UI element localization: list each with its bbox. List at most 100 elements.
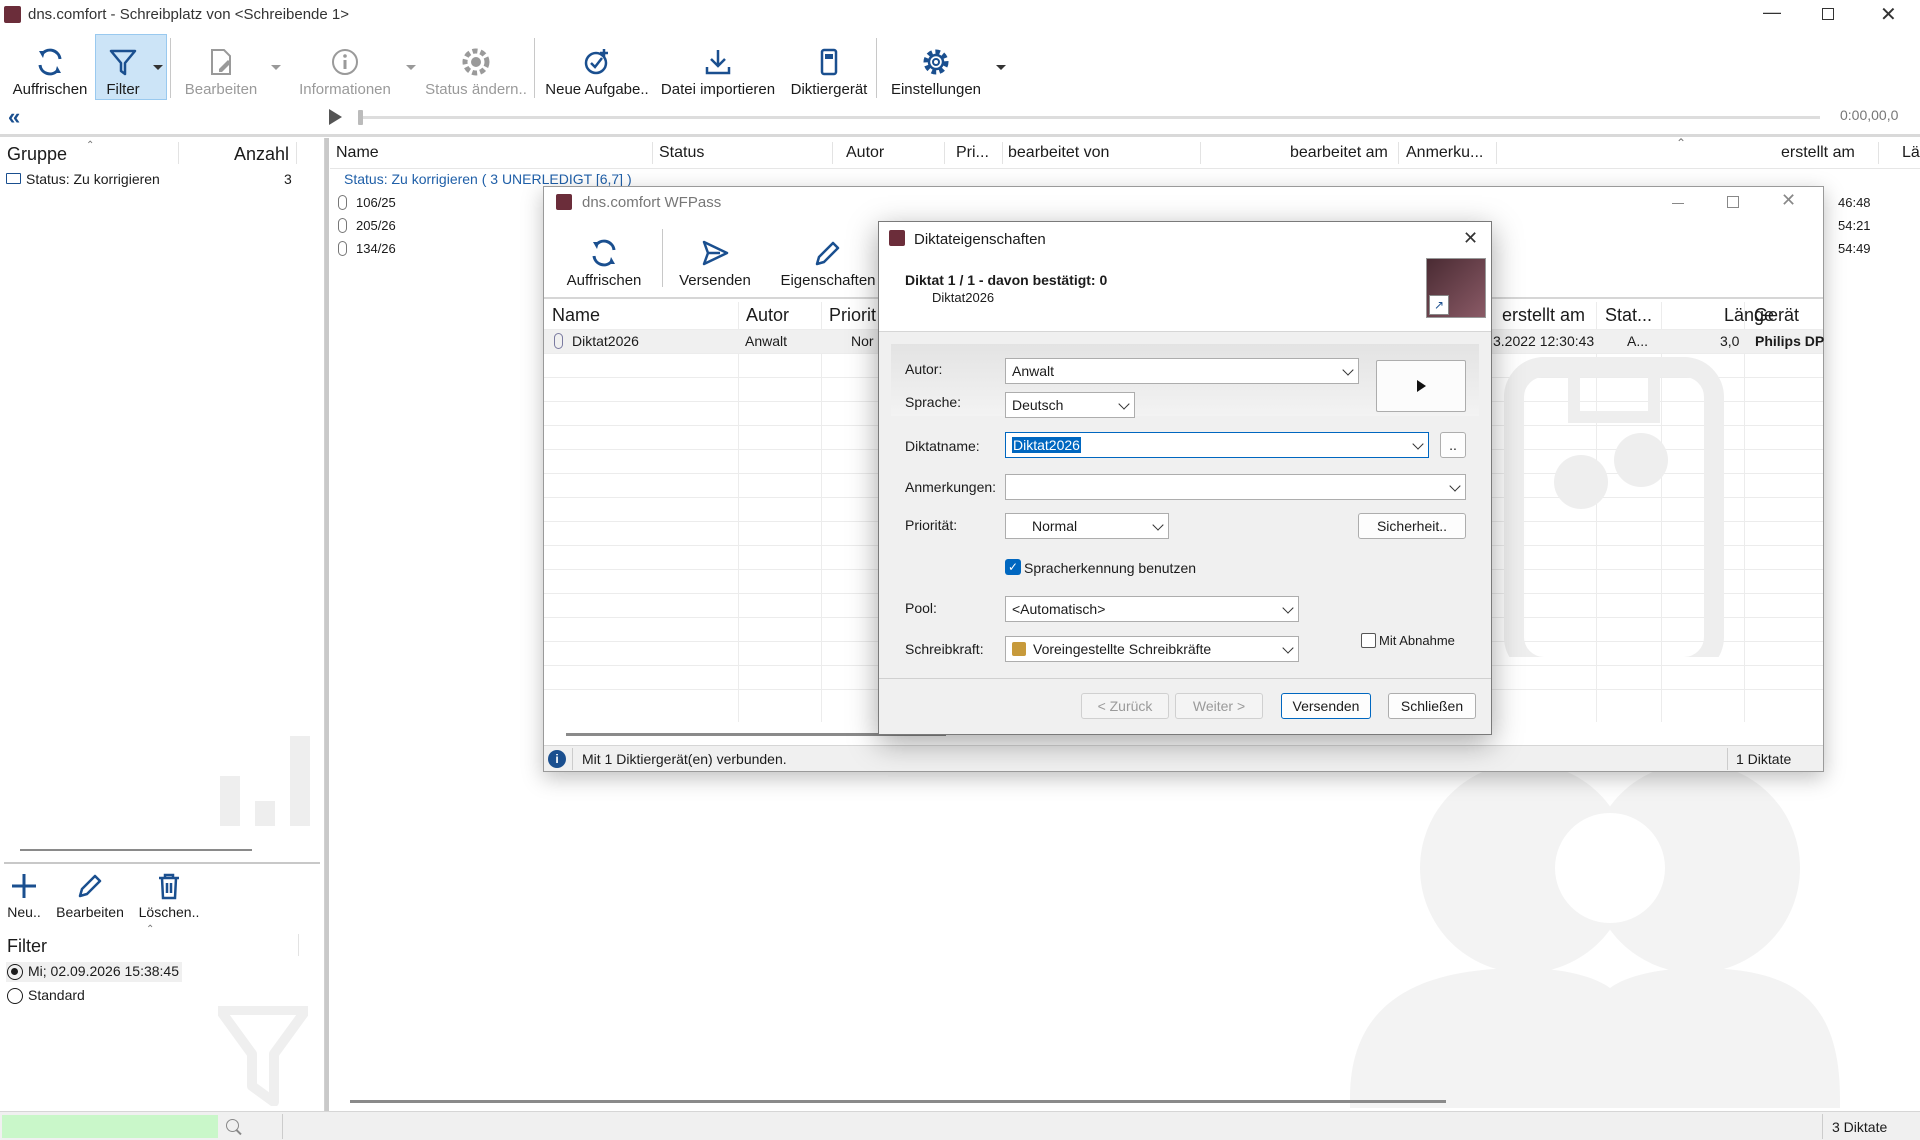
filter-option-2[interactable]: Standard [6,986,182,1006]
new-task-button[interactable]: Neue Aufgabe.. [544,34,650,98]
dialog-header-sub: Diktat2026 [932,290,995,305]
minimize-icon[interactable]: — [1763,2,1781,23]
send-button[interactable]: Versenden [1281,693,1371,719]
wfpass-col-name[interactable]: Name [552,305,600,326]
dialog-header-main: Diktat 1 / 1 - davon bestätigt: 0 [905,272,1108,288]
col-status[interactable]: Status [659,144,704,162]
edit-document-icon [211,49,231,75]
collapse-panel-icon[interactable]: « [8,104,20,130]
wfpass-col-priority[interactable]: Priorit [829,305,876,326]
author-label: Autor: [905,361,943,377]
edit-dropdown-icon[interactable] [271,65,281,70]
col-edited-by[interactable]: bearbeitet von [1008,144,1109,162]
filter-button[interactable]: Filter [98,34,148,98]
wfpass-col-device[interactable]: Gerät [1754,305,1799,326]
browse-button[interactable]: .. [1440,432,1466,458]
speech-recognition-checkbox[interactable]: ✓ [1005,559,1021,575]
wfpass-col-created[interactable]: erstellt am [1502,305,1585,326]
wfpass-close-icon[interactable]: ✕ [1781,190,1796,211]
sort-asc-icon: ⌃ [86,140,95,151]
pencil-icon [78,874,102,898]
settings-dropdown-icon[interactable] [996,65,1006,70]
next-button[interactable]: Weiter > [1175,693,1263,719]
settings-button[interactable]: Einstellungen [886,34,986,98]
wfpass-properties-button[interactable]: Eigenschaften [780,225,876,289]
group-header-row[interactable]: Status: Zu korrigieren ( 3 UNERLEDIGT [6… [344,171,632,187]
horizontal-scrollbar[interactable] [350,1100,1446,1103]
restore-icon[interactable] [1822,8,1834,20]
edit-button[interactable]: Bearbeiten [182,34,260,98]
filter-new-button[interactable]: Neu.. [4,864,44,920]
wfpass-col-status[interactable]: Stat... [1605,305,1652,326]
pool-value: <Automatisch> [1012,601,1106,617]
status-change-button[interactable]: Status ändern.. [424,34,528,98]
priority-select[interactable]: Normal [1005,513,1169,539]
slider-thumb[interactable] [358,110,363,125]
wfpass-send-button[interactable]: Versenden [674,225,756,289]
playback-slider[interactable] [358,110,1820,125]
filter-delete-button[interactable]: Löschen.. [136,864,202,920]
wfpass-row-created: 3.2022 12:30:43 [1493,333,1595,349]
name-combobox[interactable]: Diktat2026 [1005,432,1429,458]
wfpass-status-bar: i Mit 1 Diktiergerät(en) verbunden. 1 Di… [544,745,1823,771]
col-name[interactable]: Name [336,144,379,162]
language-select[interactable]: Deutsch [1005,392,1135,418]
radio-selected-icon[interactable] [7,964,23,980]
playback-time: 0:00,00,0 [1840,107,1899,123]
priority-label: Priorität: [905,517,958,533]
filter-header[interactable]: Filter [7,936,47,957]
chart-watermark-icon [220,736,310,826]
col-length[interactable]: Län [1902,144,1920,162]
import-file-button[interactable]: Datei importieren [658,34,778,98]
row-name: 134/26 [356,241,396,256]
speech-recognition-label[interactable]: Spracherkennung benutzen [1024,560,1196,576]
info-button[interactable]: Informationen [292,34,398,98]
dictation-thumbnail: ↗ [1426,258,1486,318]
wfpass-refresh-button[interactable]: Auffrischen [562,225,646,289]
filter-option-1[interactable]: Mi; 02.09.2026 15:38:45 [6,962,182,982]
close-button[interactable]: Schließen [1388,693,1476,719]
refresh-button[interactable]: Auffrischen [8,34,92,98]
col-edited-at[interactable]: bearbeitet am [1290,144,1388,162]
notes-label: Anmerkungen: [905,479,997,495]
dialog-close-icon[interactable]: ✕ [1463,228,1478,249]
back-button[interactable]: < Zurück [1081,693,1169,719]
col-notes[interactable]: Anmerku... [1406,144,1483,162]
filter-edit-button[interactable]: Bearbeiten [52,864,128,920]
col-count[interactable]: Anzahl [234,144,289,165]
typist-select[interactable]: Voreingestellte Schreibkräfte [1005,636,1299,662]
play-icon[interactable] [329,109,342,125]
send-icon [702,240,729,266]
col-created-at[interactable]: erstellt am [1781,144,1855,162]
radio-unselected-icon[interactable] [7,988,23,1004]
pool-select[interactable]: <Automatisch> [1005,596,1299,622]
play-preview-button[interactable] [1376,360,1466,412]
close-icon[interactable]: ✕ [1880,2,1897,27]
wfpass-maximize-icon[interactable] [1727,196,1739,208]
refresh-icon [592,239,616,267]
wfpass-minimize-icon[interactable] [1672,203,1684,204]
sort-asc-icon: ⌃ [1676,138,1687,150]
vertical-splitter[interactable] [325,138,329,1111]
col-priority[interactable]: Pri... [956,144,989,162]
filter-watermark-icon [215,1005,311,1107]
wfpass-col-author[interactable]: Autor [746,305,789,326]
acceptance-label[interactable]: Mit Abnahme [1379,633,1455,648]
col-author[interactable]: Autor [846,144,884,162]
search-field[interactable] [2,1115,218,1138]
acceptance-checkbox[interactable] [1361,633,1376,648]
chevron-down-icon [1282,602,1294,614]
filter-dropdown-icon[interactable] [153,65,163,70]
group-row[interactable]: Status: Zu korrigieren 3 [4,170,294,190]
author-select[interactable]: Anwalt [1005,358,1359,384]
edit-label: Bearbeiten [184,81,258,98]
panel-splitter[interactable] [20,849,252,851]
shortcut-arrow-icon: ↗ [1429,295,1449,315]
name-label: Diktatname: [905,438,980,454]
dictation-device-button[interactable]: Diktiergerät [784,34,874,98]
security-button[interactable]: Sicherheit.. [1358,513,1466,539]
dialog-title-bar: Diktateigenschaften ✕ [879,222,1491,254]
info-dropdown-icon[interactable] [406,65,416,70]
col-group[interactable]: Gruppe [7,144,67,165]
notes-combobox[interactable] [1005,474,1466,500]
